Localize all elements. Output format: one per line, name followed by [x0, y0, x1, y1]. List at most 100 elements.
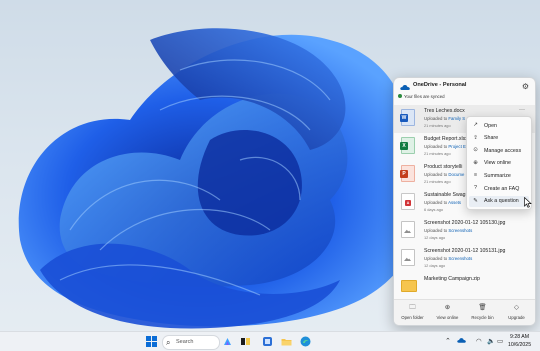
folder-icon: 🗀 [409, 304, 416, 311]
file-name: Marketing Campaign.zip [424, 276, 480, 282]
file-upload-info: Uploaded to Screenshots [424, 256, 472, 261]
menu-item-label: Share [484, 135, 499, 142]
gear-icon[interactable]: ⚙ [521, 82, 530, 91]
menu-item-label: Open [484, 122, 497, 129]
footer-button-label: Open folder [401, 315, 424, 320]
file-item[interactable]: Marketing Campaign.zip [394, 273, 535, 301]
windows-start-icon[interactable] [146, 336, 157, 347]
taskbar-search[interactable]: ⌕ Search [162, 335, 220, 350]
file-badge: P [400, 170, 408, 178]
tray-chevron-up-icon[interactable]: ⌃ [445, 337, 451, 345]
file-item[interactable]: Screenshot 2020-01-12 105130.jpg Uploaded… [394, 217, 535, 245]
menu-item-ask-a-question[interactable]: ✎ Ask a question [469, 195, 529, 207]
file-time: 21 minutes ago [424, 123, 451, 128]
copilot-icon[interactable] [222, 336, 233, 347]
battery-icon[interactable]: ▭ [497, 337, 503, 346]
edge-browser-icon[interactable] [300, 336, 311, 347]
menu-item-label: Summarize [484, 172, 511, 179]
file-badge: X [400, 142, 408, 150]
upload-prefix: Uploaded to [424, 116, 448, 121]
file-upload-info: Uploaded to Docume [424, 172, 464, 177]
file-time: 21 minutes ago [424, 179, 451, 184]
recycle-bin-button[interactable]: 🗑 Recycle bin [466, 303, 499, 325]
taskbar: ⌕ Search ⌃ ◠ 🔈 ▭ 9:28 AM 10/6/2025 [0, 331, 540, 351]
open-icon: ↗ [473, 122, 478, 128]
more-options-button[interactable]: ··· [516, 107, 528, 115]
footer-button-label: Recycle bin [471, 315, 494, 320]
file-name: Sustainable Swag [424, 192, 466, 198]
file-type-icon: P [400, 165, 415, 182]
file-type-icon: W [400, 109, 415, 126]
search-icon: ⌕ [166, 338, 171, 347]
wifi-icon[interactable]: ◠ [476, 337, 482, 346]
file-type-icon [401, 221, 415, 238]
summarize-icon: ≡ [473, 172, 478, 179]
file-name: Tres Leches.docx [424, 108, 465, 114]
manage-access-icon: ⊙ [473, 147, 478, 154]
upload-location-link[interactable]: Family S [448, 116, 465, 121]
flyout-title: OneDrive - Personal [413, 82, 467, 88]
upload-location-link[interactable]: Screenshots [448, 256, 472, 261]
clock-date[interactable]: 10/6/2025 [508, 342, 531, 348]
footer-button-label: Upgrade [508, 315, 525, 320]
upload-prefix: Uploaded to [424, 200, 448, 205]
menu-item-open[interactable]: ↗ Open [469, 120, 529, 131]
upload-location-link[interactable]: Assets [448, 200, 461, 205]
widgets-icon[interactable] [262, 336, 273, 347]
menu-item-manage-access[interactable]: ⊙ Manage access [469, 145, 529, 156]
file-explorer-icon[interactable] [281, 336, 292, 347]
file-name: Screenshot 2020-01-12 105131.jpg [424, 248, 506, 254]
file-upload-info: Uploaded to Family S [424, 116, 465, 121]
onedrive-tray-icon[interactable] [457, 337, 466, 346]
upgrade-button[interactable]: ◇ Upgrade [500, 303, 533, 325]
menu-item-summarize[interactable]: ≡ Summarize [469, 170, 529, 181]
share-icon: ⇪ [473, 134, 478, 141]
file-item[interactable]: Screenshot 2020-01-12 105131.jpg Uploaded… [394, 245, 535, 273]
menu-item-label: Ask a question [484, 198, 519, 205]
file-type-icon: A [401, 193, 415, 210]
upload-prefix: Uploaded to [424, 228, 448, 233]
mouse-cursor-icon [524, 197, 532, 208]
faq-icon: ? [473, 185, 478, 191]
upload-location-link[interactable]: Screenshots [448, 228, 472, 233]
file-name: Screenshot 2020-01-12 105130.jpg [424, 220, 506, 226]
globe-icon: ⊕ [473, 159, 478, 166]
footer-button-label: View online [436, 315, 459, 320]
sync-status-icon [398, 94, 402, 98]
diamond-icon: ◇ [514, 304, 519, 311]
upload-location-link[interactable]: Docume [448, 172, 464, 177]
file-upload-info: Uploaded to Assets [424, 200, 461, 205]
file-badge: A [405, 200, 411, 206]
upload-location-link[interactable]: Project E [448, 144, 465, 149]
file-type-icon [401, 280, 417, 292]
file-upload-info: Uploaded to Screenshots [424, 228, 472, 233]
file-time: 6 days ago [424, 207, 444, 212]
sync-status-text: Your files are synced [404, 94, 445, 99]
chat-icon: ✎ [473, 197, 478, 204]
menu-item-view-online[interactable]: ⊕ View online [469, 158, 529, 169]
file-name: Product storytelli [424, 164, 463, 170]
menu-item-label: Manage access [484, 147, 522, 154]
upload-prefix: Uploaded to [424, 144, 448, 149]
open-folder-button[interactable]: 🗀 Open folder [396, 303, 429, 325]
file-name: Budget Report.xlsx [424, 136, 468, 142]
upload-prefix: Uploaded to [424, 256, 448, 261]
file-type-icon: X [400, 137, 415, 154]
file-badge: W [400, 114, 408, 122]
view-online-button[interactable]: ⊕ View online [431, 303, 464, 325]
menu-item-create-an-faq[interactable]: ? Create an FAQ [469, 183, 529, 194]
search-label: Search [176, 338, 194, 345]
file-time: 12 days ago [424, 263, 446, 268]
clock-time[interactable]: 9:28 AM [510, 334, 529, 340]
trash-icon: 🗑 [478, 304, 487, 311]
upload-prefix: Uploaded to [424, 172, 448, 177]
onedrive-cloud-icon [400, 84, 410, 90]
task-view-icon[interactable] [240, 336, 251, 347]
file-upload-info: Uploaded to Project E [424, 144, 466, 149]
menu-item-label: Create an FAQ [484, 185, 520, 192]
menu-item-share[interactable]: ⇪ Share [469, 133, 529, 144]
globe-icon: ⊕ [444, 304, 451, 311]
menu-item-label: View online [484, 160, 511, 167]
file-type-icon [401, 249, 415, 266]
volume-icon[interactable]: 🔈 [487, 337, 495, 346]
